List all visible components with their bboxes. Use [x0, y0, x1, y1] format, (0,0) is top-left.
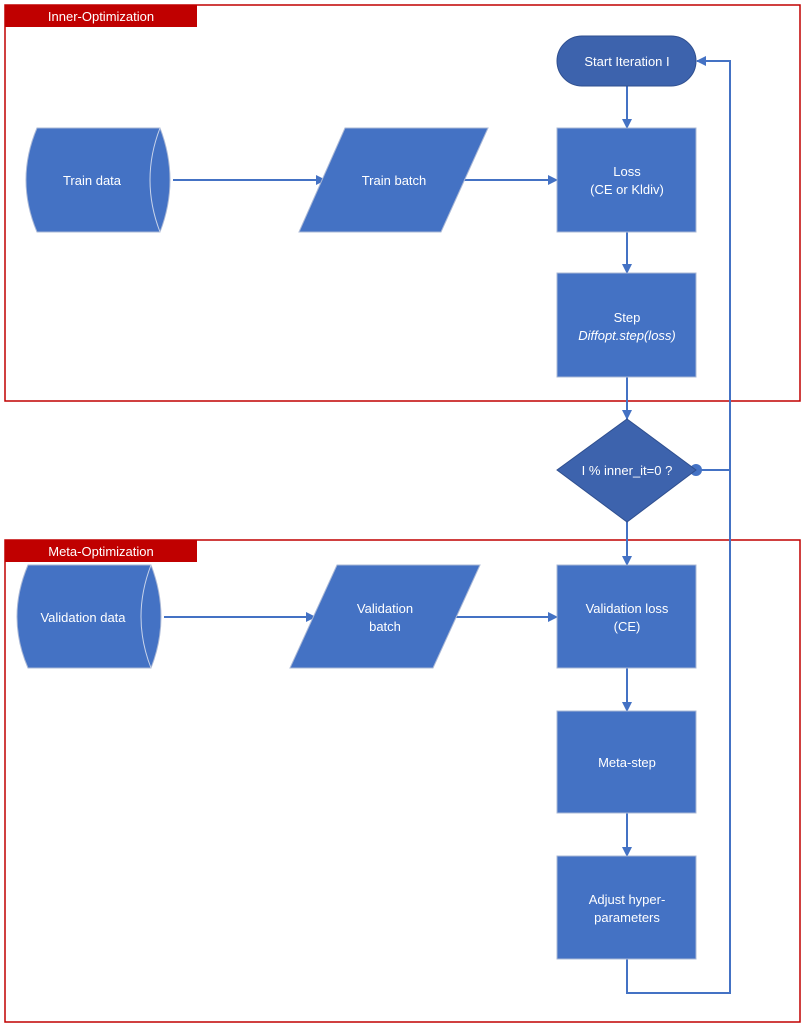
node-meta-step[interactable]: Meta-step — [556, 710, 697, 814]
node-step[interactable]: Step Diffopt.step(loss) — [556, 272, 697, 378]
node-start-iteration[interactable]: Start Iteration I — [556, 35, 697, 87]
node-label: (CE) — [614, 619, 641, 634]
node-loss[interactable]: Loss (CE or Kldiv) — [556, 127, 697, 233]
group-label: Meta-Optimization — [48, 544, 153, 559]
node-label: Train batch — [362, 173, 427, 188]
group-label: Inner-Optimization — [48, 9, 154, 24]
node-label: parameters — [594, 910, 660, 925]
flowchart: Inner-Optimization Meta-Optimization Sta… — [4, 4, 801, 1023]
node-label: Validation — [357, 601, 413, 616]
node-train-data[interactable]: Train data — [25, 127, 171, 233]
node-label: Step — [614, 310, 641, 325]
node-label: Loss — [613, 164, 641, 179]
node-label: Meta-step — [598, 755, 656, 770]
node-label: Train data — [63, 173, 122, 188]
node-label: batch — [369, 619, 401, 634]
node-validation-batch[interactable]: Validation batch — [289, 564, 481, 669]
node-validation-loss[interactable]: Validation loss (CE) — [556, 564, 697, 669]
node-decision[interactable]: I % inner_it=0 ? — [556, 418, 697, 523]
node-validation-data[interactable]: Validation data — [16, 564, 162, 669]
node-label: Start Iteration I — [584, 54, 669, 69]
node-train-batch[interactable]: Train batch — [298, 127, 489, 233]
edge-decision-loop-start — [696, 56, 731, 471]
node-label: Validation data — [40, 610, 126, 625]
node-adjust-hyperparameters[interactable]: Adjust hyper- parameters — [556, 855, 697, 960]
node-label: (CE or Kldiv) — [590, 182, 664, 197]
node-label: Validation loss — [586, 601, 669, 616]
node-label: I % inner_it=0 ? — [582, 463, 673, 478]
node-label: Adjust hyper- — [589, 892, 666, 907]
node-label: Diffopt.step(loss) — [578, 328, 676, 343]
